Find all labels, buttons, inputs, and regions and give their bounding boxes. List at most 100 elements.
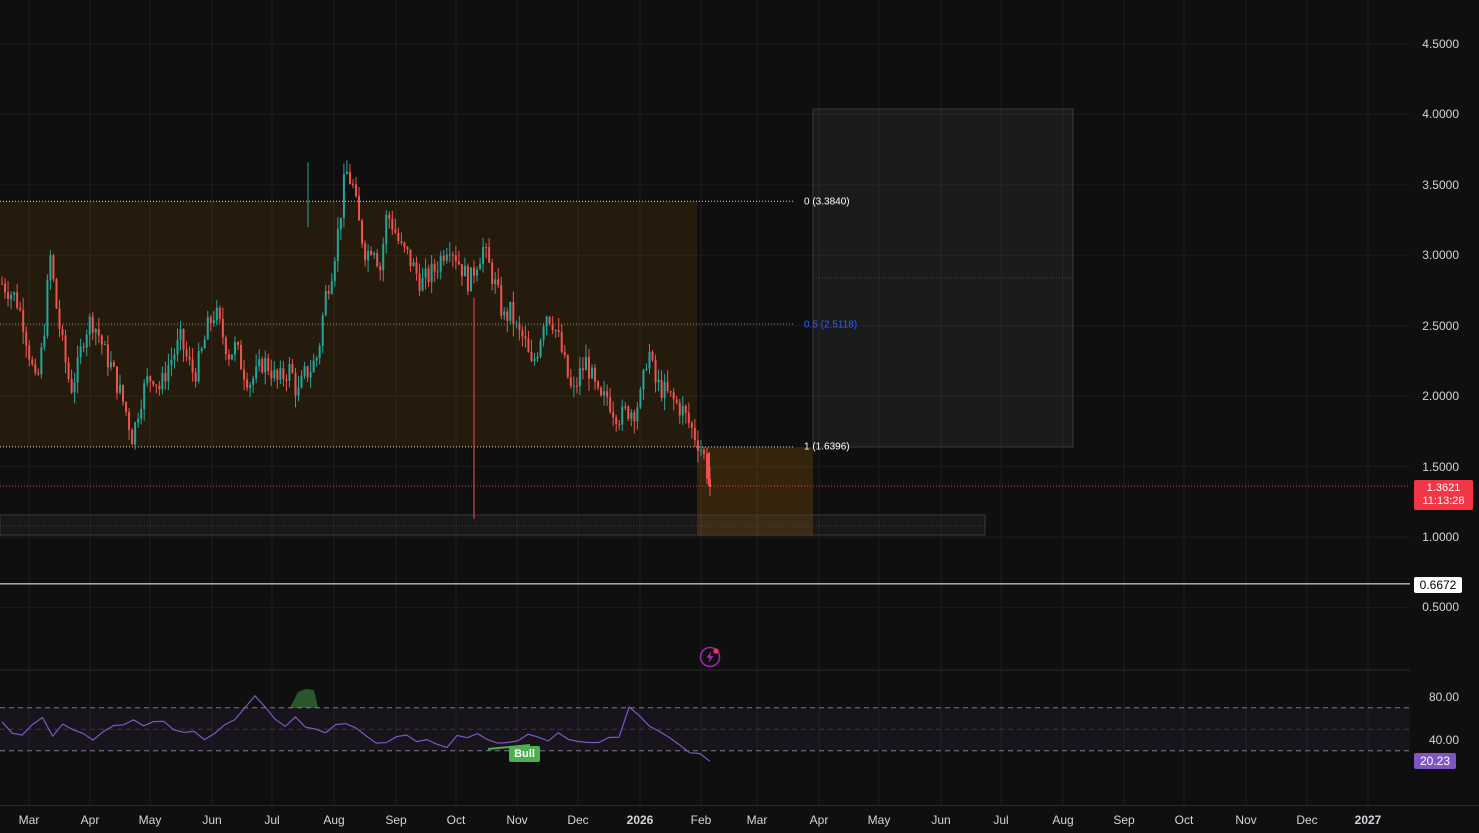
- time-tick-label: Aug: [1052, 813, 1074, 827]
- candle-body: [693, 427, 696, 441]
- candle-body: [388, 214, 391, 219]
- candle-body: [294, 372, 297, 396]
- candle-body: [182, 329, 185, 350]
- time-tick-label: Apr: [80, 813, 100, 827]
- candle-body: [367, 250, 370, 261]
- candle-body: [327, 291, 330, 294]
- candle-body: [206, 317, 209, 340]
- candle-body: [19, 307, 22, 310]
- price-axis[interactable]: 4.5000 4.0000 3.5000 3.0000 2.5000 2.0000 1.50…: [1410, 0, 1479, 805]
- candle-body: [524, 336, 527, 339]
- candle-body: [572, 385, 575, 387]
- candle-body: [681, 406, 684, 416]
- candle-body: [479, 263, 482, 270]
- candle-body: [597, 381, 600, 388]
- candle-body: [421, 277, 424, 291]
- candle-body: [351, 183, 354, 185]
- candle-body: [594, 367, 597, 382]
- rsi-value-tag: 20.23: [1414, 753, 1456, 769]
- candle-body: [454, 255, 457, 262]
- candle-body: [491, 262, 494, 285]
- time-tick-label: Dec: [1296, 813, 1318, 827]
- candle-body: [215, 307, 218, 321]
- candle-body: [103, 344, 106, 346]
- candle-body: [64, 335, 67, 363]
- candle-body: [128, 411, 131, 431]
- candle-body: [645, 368, 648, 370]
- candle-body: [288, 363, 291, 381]
- candle-body: [409, 249, 412, 267]
- candle-body: [261, 359, 264, 373]
- candle-body: [82, 346, 85, 348]
- candle-body: [164, 372, 167, 382]
- time-tick-label: Oct: [1174, 813, 1194, 827]
- candle-body: [179, 329, 182, 340]
- candle-body: [466, 265, 469, 292]
- candle-body: [282, 368, 285, 380]
- candle-body: [581, 368, 584, 371]
- price-chart[interactable]: [0, 0, 1410, 805]
- candle-body: [112, 362, 115, 367]
- candle-body: [672, 392, 675, 400]
- candle-body: [515, 323, 518, 325]
- bar-countdown: 11:13:28: [1422, 495, 1465, 507]
- price-tick-label: 4.5000: [1422, 37, 1459, 51]
- candle-body: [382, 244, 385, 271]
- candle-body: [669, 391, 672, 393]
- candle-body: [115, 366, 118, 393]
- candle-body: [67, 362, 70, 380]
- time-tick-label: Apr: [809, 813, 829, 827]
- time-tick-label: Feb: [690, 813, 712, 827]
- candle-body: [230, 354, 233, 360]
- candle-body: [285, 379, 288, 381]
- lightning-event-icon[interactable]: [699, 646, 721, 668]
- candle-body: [536, 356, 539, 359]
- rsi-bull-divergence-badge[interactable]: Bull: [509, 746, 540, 762]
- candle-body: [533, 358, 536, 361]
- candle-body: [73, 382, 76, 393]
- candle-body: [52, 255, 55, 280]
- candle-body: [500, 285, 503, 316]
- candle-body: [49, 255, 52, 281]
- candle-body: [212, 320, 215, 323]
- time-tick-label: Nov: [1235, 813, 1257, 827]
- candle-body: [76, 357, 79, 383]
- time-axis[interactable]: Mar Apr May Jun Jul Aug Sep Oct Nov Dec 2026 Feb Mar…: [0, 805, 1479, 833]
- candle-body: [279, 368, 282, 380]
- candle-body: [191, 359, 194, 373]
- candle-body: [370, 250, 373, 255]
- candle-body: [512, 301, 515, 325]
- candle-body: [639, 389, 642, 408]
- candle-body: [457, 261, 460, 265]
- candle-body: [418, 273, 421, 291]
- candle-body: [1, 283, 3, 285]
- candle-body: [424, 268, 427, 278]
- time-tick-label: May: [138, 813, 162, 827]
- time-tick-label: 2026: [626, 813, 654, 827]
- candle-body: [273, 370, 276, 379]
- candle-body: [427, 268, 430, 283]
- candle-body: [100, 335, 103, 345]
- candle-body: [267, 357, 270, 372]
- candle-body: [318, 345, 321, 358]
- candle-body: [7, 292, 10, 300]
- candle-body: [575, 385, 578, 387]
- candle-body: [702, 450, 705, 454]
- candle-body: [690, 423, 693, 428]
- candle-body: [412, 262, 415, 267]
- candle-body: [397, 232, 400, 242]
- candle-body: [43, 335, 46, 348]
- time-tick-label: Jul: [264, 813, 280, 827]
- rsi-overbought-fill: [290, 689, 318, 708]
- candle-body: [88, 316, 91, 335]
- candle-body: [651, 351, 654, 360]
- candle-body: [109, 362, 112, 368]
- candle-body: [591, 367, 593, 379]
- time-tick-label: Aug: [323, 813, 345, 827]
- candle-body: [663, 382, 666, 398]
- candle-body: [451, 254, 454, 256]
- time-tick-label: Mar: [746, 813, 768, 827]
- time-tick-label: Sep: [1113, 813, 1135, 827]
- candle-body: [358, 195, 361, 221]
- candle-body: [445, 254, 448, 261]
